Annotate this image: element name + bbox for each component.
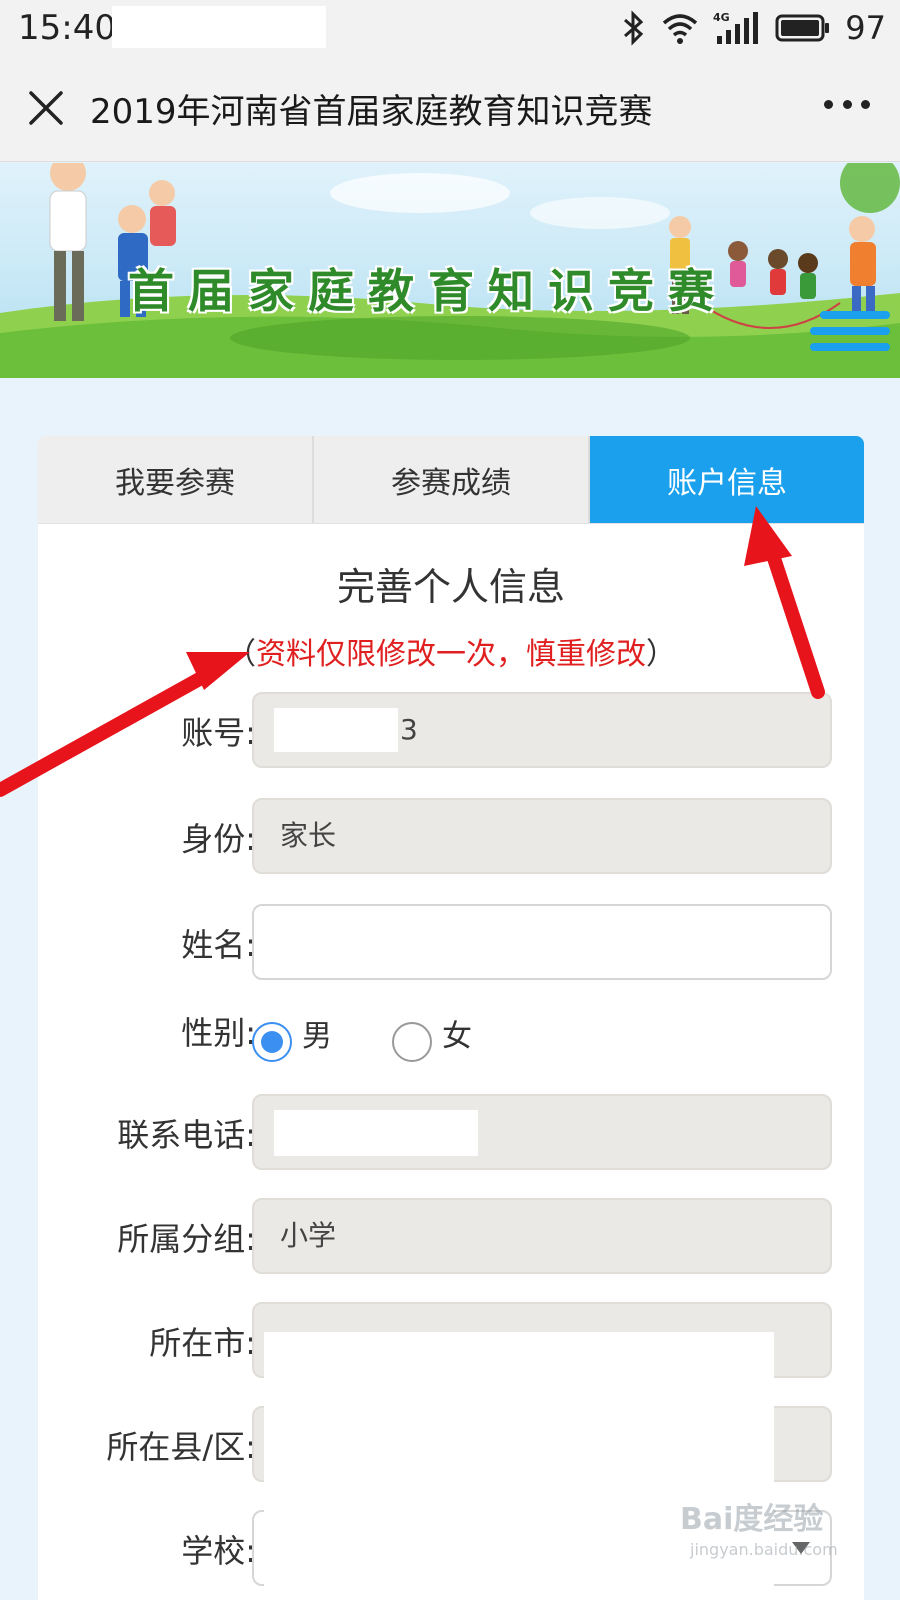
name-label: 姓名: [181,926,256,964]
identity-label: 身份: [181,820,256,858]
watermark-sub: jingyan.baidu.com [690,1540,838,1559]
close-icon[interactable] [26,88,66,128]
baidu-watermark: Bai度经验 jingyan.baidu.com [680,1490,880,1580]
form-note: （资料仅限修改一次，慎重修改） [38,629,864,673]
phone-redaction [274,1110,478,1156]
row-identity: 身份: 家长 [38,798,864,874]
group-label: 所属分组: [117,1220,256,1258]
title-bar: 2019年河南省首届家庭教育知识竞赛 [0,54,900,162]
gender-female-radio[interactable] [392,1022,432,1062]
wifi-icon [663,14,698,44]
identity-field: 家长 [252,798,832,874]
account-value: 3 [400,713,418,746]
more-options-icon[interactable] [824,100,870,114]
signal-icon: 4G [713,11,759,44]
gender-male-label[interactable]: 男 [302,1011,332,1055]
battery-icon [775,14,830,42]
gender-label: 性别: [181,1014,256,1052]
city-label: 所在市: [149,1324,256,1362]
account-redaction [274,708,398,752]
banner-image: 首届家庭教育知识竞赛 [0,163,900,378]
school-label: 学校: [181,1532,256,1570]
tab-bar: 我要参赛 参赛成绩 账户信息 [38,436,864,524]
group-field: 小学 [252,1198,832,1274]
row-phone: 联系电话: [38,1094,864,1170]
tab-results[interactable]: 参赛成绩 [314,436,590,523]
account-label: 账号: [181,714,256,752]
battery-level: 97 [845,9,886,47]
network-type-text: 4G [713,11,730,24]
page-title: 2019年河南省首届家庭教育知识竞赛 [90,92,653,132]
account-field: 3 [252,692,832,768]
row-name: 姓名: [38,904,864,980]
row-account: 账号: 3 [38,692,864,768]
status-icons: 4G 97 [621,8,886,48]
row-gender: 性别: 男 女 [38,1000,864,1076]
status-redaction [112,6,326,48]
phone-label: 联系电话: [117,1116,256,1154]
banner-title: 首届家庭教育知识竞赛 [128,264,728,318]
note-warning: 资料仅限修改一次，慎重修改 [256,637,646,672]
phone-field [252,1094,832,1170]
tab-join[interactable]: 我要参赛 [38,436,314,523]
status-bar: 15:40 4G 97 [0,0,900,54]
tab-account-info[interactable]: 账户信息 [590,436,864,523]
gender-female-label[interactable]: 女 [442,1011,472,1055]
form-heading: 完善个人信息 [336,565,565,609]
row-group: 所属分组: 小学 [38,1198,864,1274]
district-label: 所在县/区: [106,1428,256,1466]
note-paren-open: （ [226,637,256,672]
name-input[interactable] [252,904,832,980]
watermark-text: Bai度经验 [680,1502,824,1537]
note-paren-close: ） [646,637,676,672]
status-time: 15:40 [18,8,116,48]
bluetooth-icon [624,10,644,46]
gender-male-radio[interactable] [252,1022,292,1062]
gender-radio-group: 男 女 [252,1004,532,1062]
